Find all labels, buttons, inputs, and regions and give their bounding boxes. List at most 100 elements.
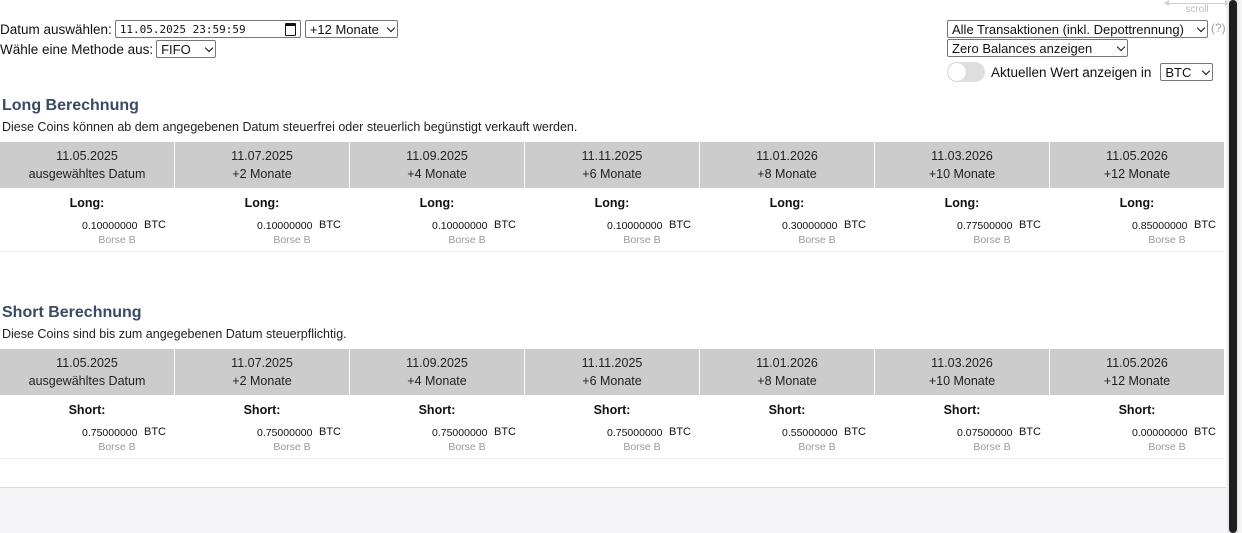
period-offset: +8 Monate: [757, 374, 817, 388]
scrollbar-thumb[interactable]: [1229, 0, 1237, 533]
period-date: 11.11.2025: [581, 149, 643, 163]
period-date: 11.03.2026: [931, 356, 993, 370]
period-offset: +10 Monate: [928, 374, 996, 388]
period-column: 11.05.2025 ausgewähltes Datum Long: 0.10000…: [0, 142, 175, 252]
holding-exchange: Borse B: [1148, 234, 1186, 246]
holding-type: Long:: [419, 196, 455, 210]
holding-type: Short:: [68, 403, 106, 417]
period-column: 11.05.2026 +12 Monate Long: 0.85000000 BTC Bo…: [1050, 142, 1225, 252]
period-column: 11.03.2026 +10 Monate Short: 0.07500000 BTC B…: [875, 349, 1050, 459]
method-row: Wähle eine Methode aus: FIFO: [0, 40, 217, 58]
date-input[interactable]: 11.05.2025 23:59:59: [114, 20, 301, 38]
footer-divider: [0, 487, 1226, 488]
holding-type: Short:: [243, 403, 281, 417]
holding-currency: BTC: [319, 426, 341, 438]
holding-type: Short:: [1118, 403, 1156, 417]
period-header: 11.09.2025 +4 Monate: [350, 349, 525, 395]
period-header: 11.05.2025 ausgewähltes Datum: [0, 142, 175, 188]
holding-currency: BTC: [494, 219, 516, 231]
holding-amount: 0.75000000: [82, 427, 138, 439]
period-select[interactable]: +12 Monate: [304, 20, 398, 38]
holding-type: Long:: [244, 196, 280, 210]
holding-amount: 0.75000000: [607, 427, 663, 439]
period-offset: +8 Monate: [757, 167, 817, 181]
period-header: 11.03.2026 +10 Monate: [875, 142, 1050, 188]
holding-currency: BTC: [144, 219, 166, 231]
help-link[interactable]: (?): [1211, 21, 1226, 35]
holding-amount: 0.07500000: [957, 427, 1013, 439]
transactions-select-value: Alle Transaktionen (inkl. Depottrennung): [952, 21, 1184, 37]
holding-currency: BTC: [494, 426, 516, 438]
period-offset: +6 Monate: [582, 374, 642, 388]
period-offset: ausgewähltes Datum: [28, 374, 146, 388]
holding-currency: BTC: [319, 219, 341, 231]
chevron-down-icon: [386, 23, 396, 32]
currency-select-value: BTC: [1165, 64, 1192, 80]
holding-type: Long:: [69, 196, 105, 210]
period-header: 11.07.2025 +2 Monate: [175, 142, 350, 188]
method-select[interactable]: FIFO: [156, 40, 217, 58]
period-header: 11.01.2026 +8 Monate: [700, 349, 875, 395]
holding-cell: Short: 0.75000000 BTC Borse B: [350, 395, 525, 459]
value-toggle[interactable]: [947, 62, 985, 82]
period-date: 11.05.2025: [56, 356, 118, 370]
holding-currency: BTC: [1019, 219, 1041, 231]
chevron-down-icon: [1116, 42, 1126, 51]
holding-cell: Short: 0.75000000 BTC Borse B: [175, 395, 350, 459]
transactions-select[interactable]: Alle Transaktionen (inkl. Depottrennung): [947, 20, 1208, 38]
date-label: Datum auswählen:: [0, 21, 112, 37]
long-grid: 11.05.2025 ausgewähltes Datum Long: 0.10000…: [0, 142, 1226, 252]
scroll-hint: scroll: [1164, 0, 1230, 16]
period-offset: +2 Monate: [232, 374, 292, 388]
period-date: 11.01.2026: [756, 149, 818, 163]
holding-cell: Short: 0.00000000 BTC Borse B: [1050, 395, 1225, 459]
holding-type: Long:: [769, 196, 805, 210]
date-row: Datum auswählen: 11.05.2025 23:59:59 +12…: [0, 20, 398, 38]
period-header: 11.07.2025 +2 Monate: [175, 349, 350, 395]
period-header: 11.05.2026 +12 Monate: [1050, 142, 1225, 188]
holding-currency: BTC: [144, 426, 166, 438]
period-select-value: +12 Monate: [309, 21, 379, 37]
holding-amount: 0.77500000: [957, 220, 1013, 232]
holding-amount: 0.10000000: [432, 220, 488, 232]
period-column: 11.11.2025 +6 Monate Long: 0.10000000 BTC Bor…: [525, 142, 700, 252]
holding-cell: Short: 0.75000000 BTC Borse B: [0, 395, 175, 459]
toggle-label: Aktuellen Wert anzeigen in: [991, 64, 1152, 80]
holding-amount: 0.10000000: [257, 220, 313, 232]
holding-type: Long:: [1119, 196, 1155, 210]
period-offset: +2 Monate: [232, 167, 292, 181]
currency-select[interactable]: BTC: [1160, 63, 1214, 81]
holding-type: Long:: [594, 196, 630, 210]
holding-cell: Long: 0.30000000 BTC Borse B: [700, 188, 875, 252]
calendar-icon[interactable]: [284, 22, 296, 36]
period-column: 11.05.2025 ausgewähltes Datum Short: 0.7500…: [0, 349, 175, 459]
period-header: 11.09.2025 +4 Monate: [350, 142, 525, 188]
holding-amount: 0.85000000: [1132, 220, 1188, 232]
period-column: 11.05.2026 +12 Monate Short: 0.00000000 BTC B…: [1050, 349, 1225, 459]
short-section-title: Short Berechnung: [2, 304, 142, 321]
value-toggle-row: Aktuellen Wert anzeigen in BTC: [947, 62, 1214, 82]
period-offset: +10 Monate: [928, 167, 996, 181]
short-section-description: Diese Coins sind bis zum angegebenen Dat…: [2, 327, 347, 341]
period-column: 11.09.2025 +4 Monate Short: 0.75000000 BTC Bo…: [350, 349, 525, 459]
vertical-scrollbar[interactable]: [1227, 0, 1239, 533]
period-header: 11.11.2025 +6 Monate: [525, 349, 700, 395]
balances-select[interactable]: Zero Balances anzeigen: [947, 39, 1128, 57]
method-select-value: FIFO: [161, 41, 191, 57]
holding-cell: Long: 0.77500000 BTC Borse B: [875, 188, 1050, 252]
short-grid: 11.05.2025 ausgewähltes Datum Short: 0.7500…: [0, 349, 1226, 459]
method-label: Wähle eine Methode aus:: [0, 41, 154, 57]
holding-cell: Long: 0.10000000 BTC Borse B: [350, 188, 525, 252]
holding-type: Short:: [593, 403, 631, 417]
holding-cell: Long: 0.85000000 BTC Borse B: [1050, 188, 1225, 252]
period-offset: +12 Monate: [1103, 167, 1171, 181]
period-column: 11.09.2025 +4 Monate Long: 0.10000000 BTC Bor…: [350, 142, 525, 252]
holding-currency: BTC: [1019, 426, 1041, 438]
period-header: 11.01.2026 +8 Monate: [700, 142, 875, 188]
period-offset: ausgewähltes Datum: [28, 167, 146, 181]
holding-currency: BTC: [1194, 219, 1216, 231]
holding-type: Short:: [768, 403, 806, 417]
toggle-knob: [948, 63, 966, 81]
period-offset: +4 Monate: [407, 167, 467, 181]
holding-type: Long:: [944, 196, 980, 210]
